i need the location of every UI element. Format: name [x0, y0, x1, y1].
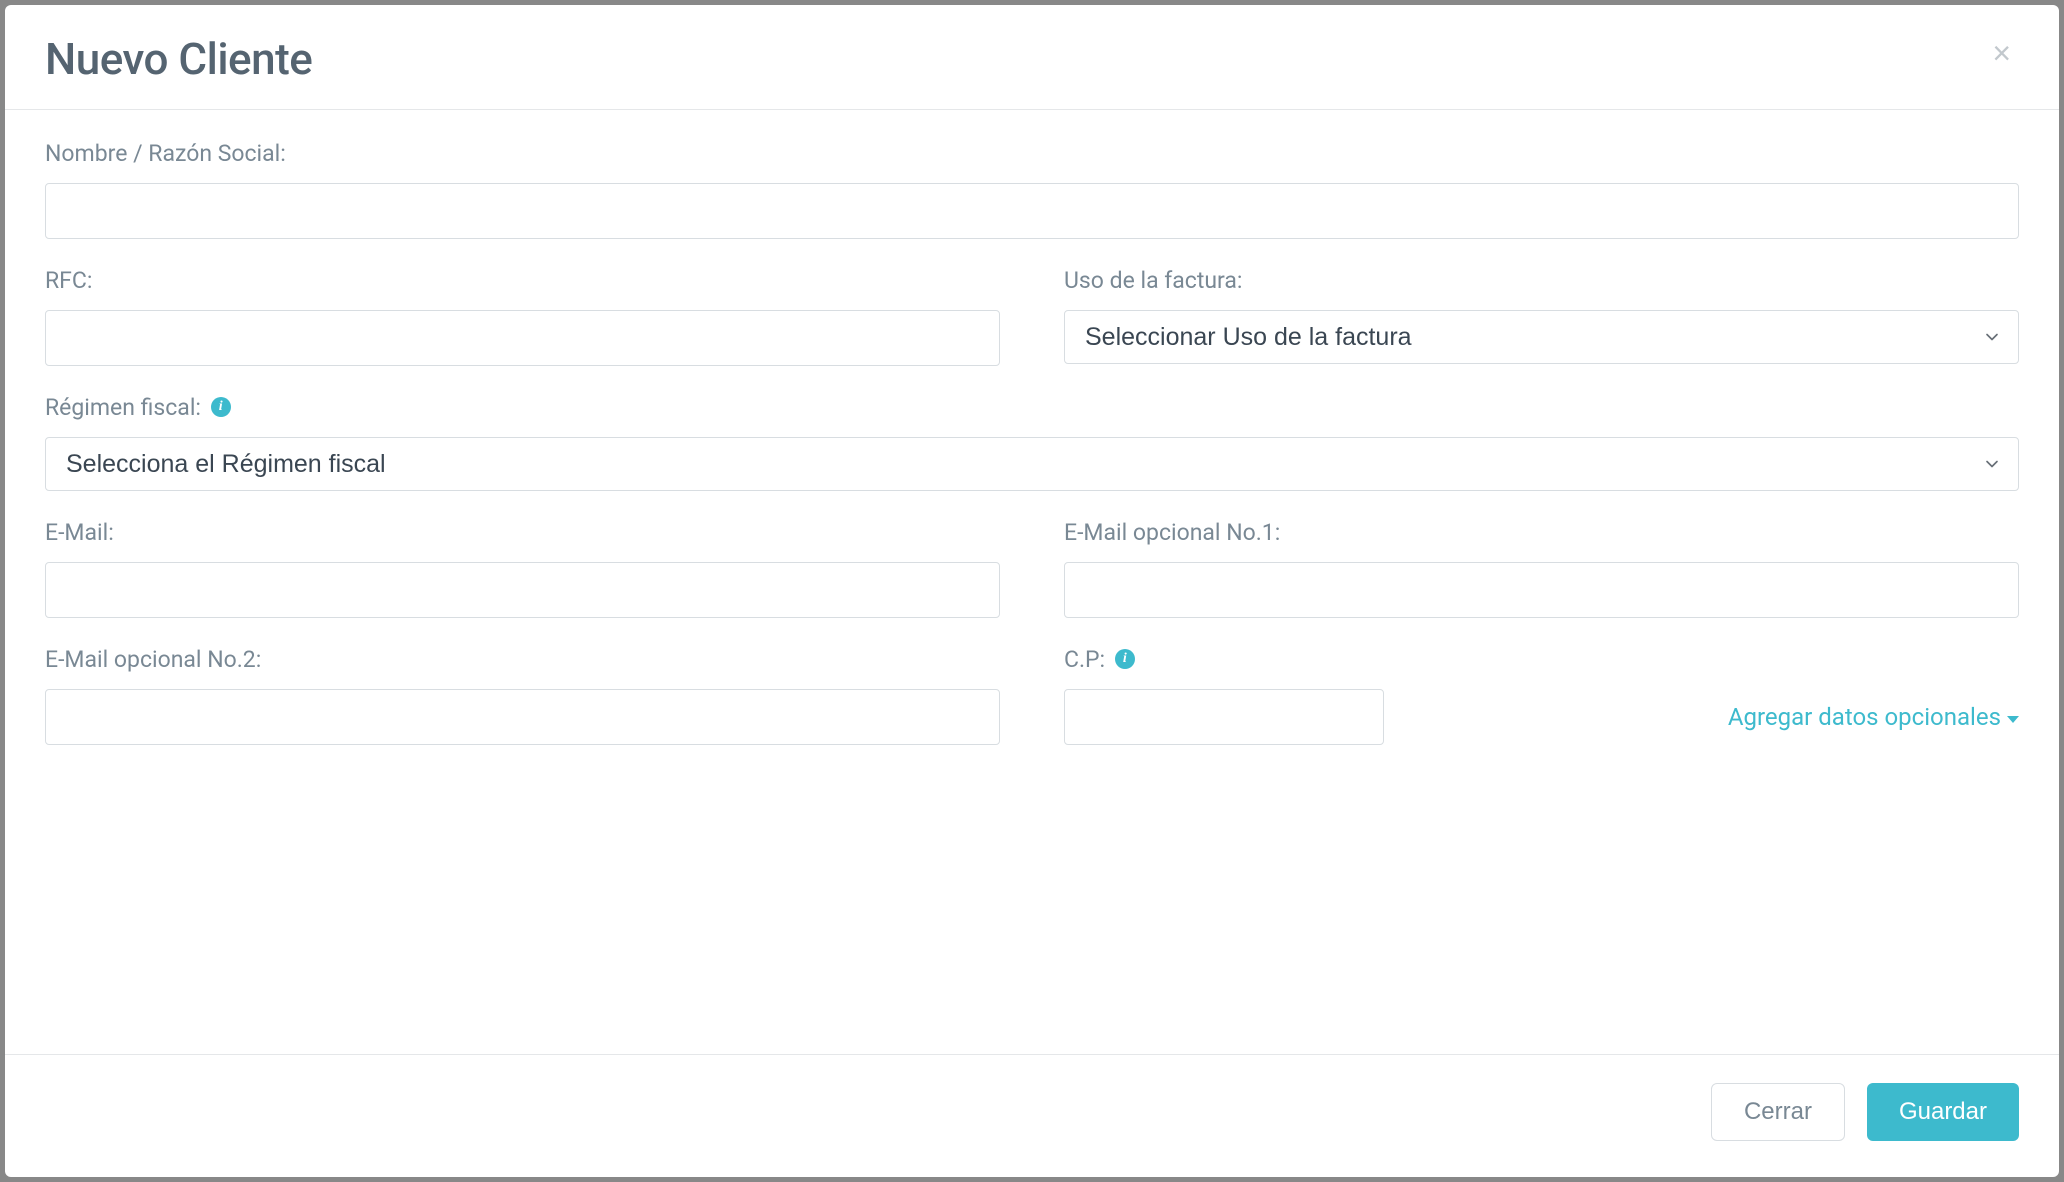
optional-link-text: Agregar datos opcionales	[1728, 703, 2001, 731]
rfc-label: RFC:	[45, 267, 1000, 294]
email-opt1-label: E-Mail opcional No.1:	[1064, 519, 2019, 546]
form-row-emails: E-Mail: E-Mail opcional No.1:	[45, 519, 2019, 646]
email-opt2-input[interactable]	[45, 689, 1000, 745]
form-col-rfc: RFC:	[45, 267, 1000, 394]
close-icon-button[interactable]: ×	[1984, 33, 2019, 73]
modal-header: Nuevo Cliente ×	[5, 5, 2059, 110]
nombre-input[interactable]	[45, 183, 2019, 239]
form-row-rfc-uso: RFC: Uso de la factura: Seleccionar Uso …	[45, 267, 2019, 394]
rfc-input[interactable]	[45, 310, 1000, 366]
cp-input[interactable]	[1064, 689, 1384, 745]
agregar-datos-opcionales-link[interactable]: Agregar datos opcionales	[1728, 703, 2019, 731]
modal-dialog: Nuevo Cliente × Nombre / Razón Social: R…	[5, 5, 2059, 1177]
form-col-uso: Uso de la factura: Seleccionar Uso de la…	[1064, 267, 2019, 394]
cp-input-wrapper	[1064, 689, 1384, 745]
uso-factura-select[interactable]: Seleccionar Uso de la factura	[1064, 310, 2019, 364]
close-icon: ×	[1992, 35, 2011, 71]
modal-title: Nuevo Cliente	[45, 33, 312, 85]
caret-down-icon	[2007, 716, 2019, 723]
regimen-fiscal-label-text: Régimen fiscal:	[45, 394, 201, 421]
form-group-nombre: Nombre / Razón Social:	[45, 140, 2019, 239]
modal-body: Nombre / Razón Social: RFC: Uso de la fa…	[5, 110, 2059, 1054]
email-opt1-input[interactable]	[1064, 562, 2019, 618]
form-col-email-opt1: E-Mail opcional No.1:	[1064, 519, 2019, 646]
form-col-email-opt2: E-Mail opcional No.2:	[45, 646, 1000, 773]
info-icon[interactable]: i	[211, 397, 231, 417]
uso-factura-label: Uso de la factura:	[1064, 267, 2019, 294]
email-opt2-label: E-Mail opcional No.2:	[45, 646, 1000, 673]
email-input[interactable]	[45, 562, 1000, 618]
form-col-email: E-Mail:	[45, 519, 1000, 646]
regimen-fiscal-select[interactable]: Selecciona el Régimen fiscal	[45, 437, 2019, 491]
form-group-regimen: Régimen fiscal: i Selecciona el Régimen …	[45, 394, 2019, 491]
nombre-label: Nombre / Razón Social:	[45, 140, 2019, 167]
info-icon[interactable]: i	[1115, 649, 1135, 669]
cp-label: C.P: i	[1064, 646, 2019, 673]
form-col-cp: C.P: i Agregar datos opcionales	[1064, 646, 2019, 773]
cerrar-button[interactable]: Cerrar	[1711, 1083, 1845, 1141]
regimen-fiscal-label: Régimen fiscal: i	[45, 394, 2019, 421]
form-row-email2-cp: E-Mail opcional No.2: C.P: i Agr	[45, 646, 2019, 773]
email-label: E-Mail:	[45, 519, 1000, 546]
guardar-button[interactable]: Guardar	[1867, 1083, 2019, 1141]
modal-footer: Cerrar Guardar	[5, 1054, 2059, 1177]
cp-row: Agregar datos opcionales	[1064, 689, 2019, 745]
cp-label-text: C.P:	[1064, 646, 1105, 673]
